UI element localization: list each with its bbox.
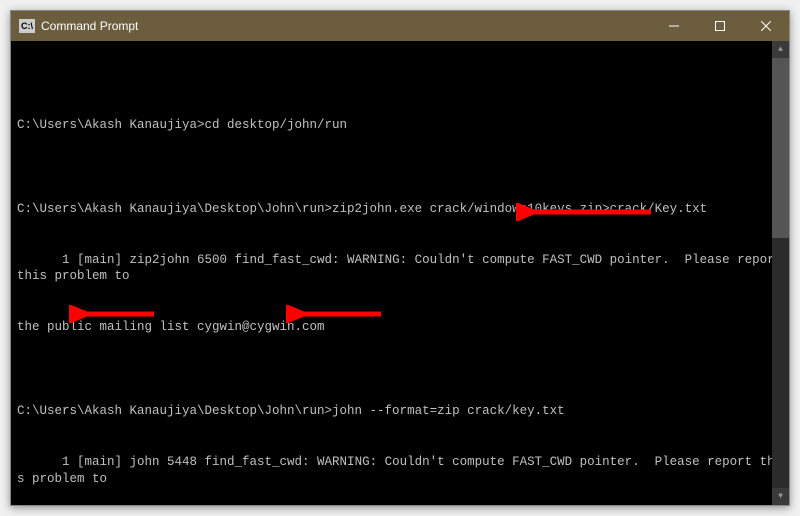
terminal-line: C:\Users\Akash Kanaujiya\Desktop\John\ru… <box>17 403 783 420</box>
cmd-icon: C:\ <box>19 19 35 33</box>
terminal-line: 1 [main] john 5448 find_fast_cwd: WARNIN… <box>17 454 783 488</box>
window-title: Command Prompt <box>41 19 138 33</box>
titlebar-controls <box>651 11 789 41</box>
titlebar[interactable]: C:\ Command Prompt <box>11 11 789 41</box>
maximize-button[interactable] <box>697 11 743 41</box>
scrollbar-thumb[interactable] <box>772 58 789 238</box>
terminal-line: the public mailing list cygwin@cygwin.co… <box>17 319 783 336</box>
scrollbar-up-button[interactable]: ▲ <box>772 41 789 58</box>
terminal-line: C:\Users\Akash Kanaujiya>cd desktop/john… <box>17 117 783 134</box>
minimize-button[interactable] <box>651 11 697 41</box>
scrollbar-down-button[interactable]: ▼ <box>772 488 789 505</box>
close-button[interactable] <box>743 11 789 41</box>
vertical-scrollbar[interactable]: ▲ ▼ <box>772 41 789 505</box>
terminal-output[interactable]: C:\Users\Akash Kanaujiya>cd desktop/john… <box>11 41 789 505</box>
terminal-line: C:\Users\Akash Kanaujiya\Desktop\John\ru… <box>17 201 783 218</box>
terminal-line: 1 [main] zip2john 6500 find_fast_cwd: WA… <box>17 252 783 286</box>
titlebar-left: C:\ Command Prompt <box>19 19 138 33</box>
command-prompt-window: C:\ Command Prompt C:\Users\Akash Kanauj… <box>10 10 790 506</box>
